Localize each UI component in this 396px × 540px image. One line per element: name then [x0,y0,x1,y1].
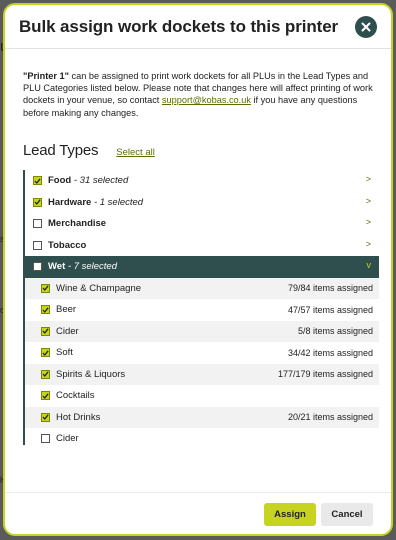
tobacco-checkbox[interactable] [33,240,42,250]
checkmark-icon [42,328,49,335]
plu-category-row[interactable]: Wine & Champagne 79/84 items assigned [25,277,379,299]
plu-category-row[interactable]: Cider 5/8 items assigned [25,320,379,342]
category-label: Hot Drinks [56,411,101,423]
chevron-right-icon[interactable]: > [366,239,371,249]
lead-type-food[interactable]: Food - 31 selected > [25,170,379,192]
lead-type-count: - 1 selected [91,196,144,208]
section-title: Lead Types [23,142,99,159]
assign-button[interactable]: Assign [264,503,316,526]
cancel-button[interactable]: Cancel [321,503,373,526]
category-checkbox[interactable] [41,391,50,401]
lead-type-label: Tobacco [48,239,87,251]
checkmark-icon [42,285,49,292]
merchandise-checkbox[interactable] [33,219,42,229]
plu-category-row[interactable]: Spirits & Liquors 177/179 items assigned [25,363,379,385]
category-checkbox[interactable] [41,412,50,422]
checkmark-icon [34,178,41,184]
checkmark-icon [42,393,49,399]
printer-name: "Printer 1" [23,71,69,81]
category-checkbox[interactable] [41,434,50,444]
category-checkbox[interactable] [41,348,50,358]
category-label: Soft [56,347,73,359]
plu-category-row[interactable]: Soft 34/42 items assigned [25,342,379,364]
plu-category-row[interactable]: Beer 47/57 items assigned [25,299,379,321]
close-button[interactable] [355,16,377,38]
food-checkbox[interactable] [33,176,42,186]
lead-type-count: - 31 selected [71,175,129,187]
plu-category-row[interactable]: Cocktails [25,385,379,407]
dialog-header: Bulk assign work dockets to this printer [5,5,391,49]
category-label: Cocktails [56,390,95,402]
lead-type-label: Food [48,175,72,187]
lead-type-count: - 7 selected [65,261,117,273]
lead-type-label: Hardware [48,196,92,208]
lead-type-label: Wet [48,261,66,273]
support-email-link[interactable]: support@kobas.co.uk [162,95,251,105]
category-checkbox[interactable] [41,369,50,379]
close-icon [361,22,371,32]
checkmark-icon [42,414,49,421]
category-label: Wine & Champagne [56,282,142,294]
category-count: 79/84 items assigned [287,283,373,294]
lead-type-label: Merchandise [48,218,107,230]
category-count: 177/179 items assigned [277,369,373,380]
select-all-link[interactable]: Select all [116,147,155,158]
category-checkbox[interactable] [41,283,50,293]
category-label: Cider [56,325,79,337]
category-label: Cider [56,433,79,445]
intro-paragraph: "Printer 1" can be assigned to print wor… [23,70,379,119]
hardware-checkbox[interactable] [33,197,42,207]
lead-type-merchandise[interactable]: Merchandise > [25,213,379,235]
lead-type-tobacco[interactable]: Tobacco > [25,235,379,257]
checkmark-icon [34,199,41,206]
category-count: 34/42 items assigned [287,347,373,358]
lead-type-hardware[interactable]: Hardware - 1 selected > [25,192,379,214]
dialog-title: Bulk assign work dockets to this printer [19,16,339,36]
checkmark-icon [42,307,49,313]
category-count: 5/8 items assigned [297,326,373,337]
lead-types-tree: Food - 31 selected > Hardware - 1 select… [23,170,379,445]
chevron-down-icon[interactable]: v [367,260,372,270]
bulk-assign-dialog: Bulk assign work dockets to this printer… [3,3,393,536]
category-count: 47/57 items assigned [287,304,373,315]
checkmark-icon [42,371,49,378]
dialog-footer: Assign Cancel [5,492,391,534]
plu-category-row[interactable]: Cider [25,428,379,450]
lead-types-header: Lead Types Select all [23,142,155,159]
category-count: 20/21 items assigned [287,412,373,423]
category-checkbox[interactable] [41,326,50,336]
category-label: Spirits & Liquors [56,368,126,380]
category-checkbox[interactable] [41,305,50,315]
lead-type-wet[interactable]: Wet - 7 selected v [25,256,379,278]
checkmark-icon [42,350,49,356]
category-label: Beer [56,304,77,316]
chevron-right-icon[interactable]: > [366,217,371,227]
wet-checkbox[interactable] [33,262,42,272]
chevron-right-icon[interactable]: > [366,174,371,184]
chevron-right-icon[interactable]: > [366,196,371,206]
plu-category-row[interactable]: Hot Drinks 20/21 items assigned [25,406,379,428]
